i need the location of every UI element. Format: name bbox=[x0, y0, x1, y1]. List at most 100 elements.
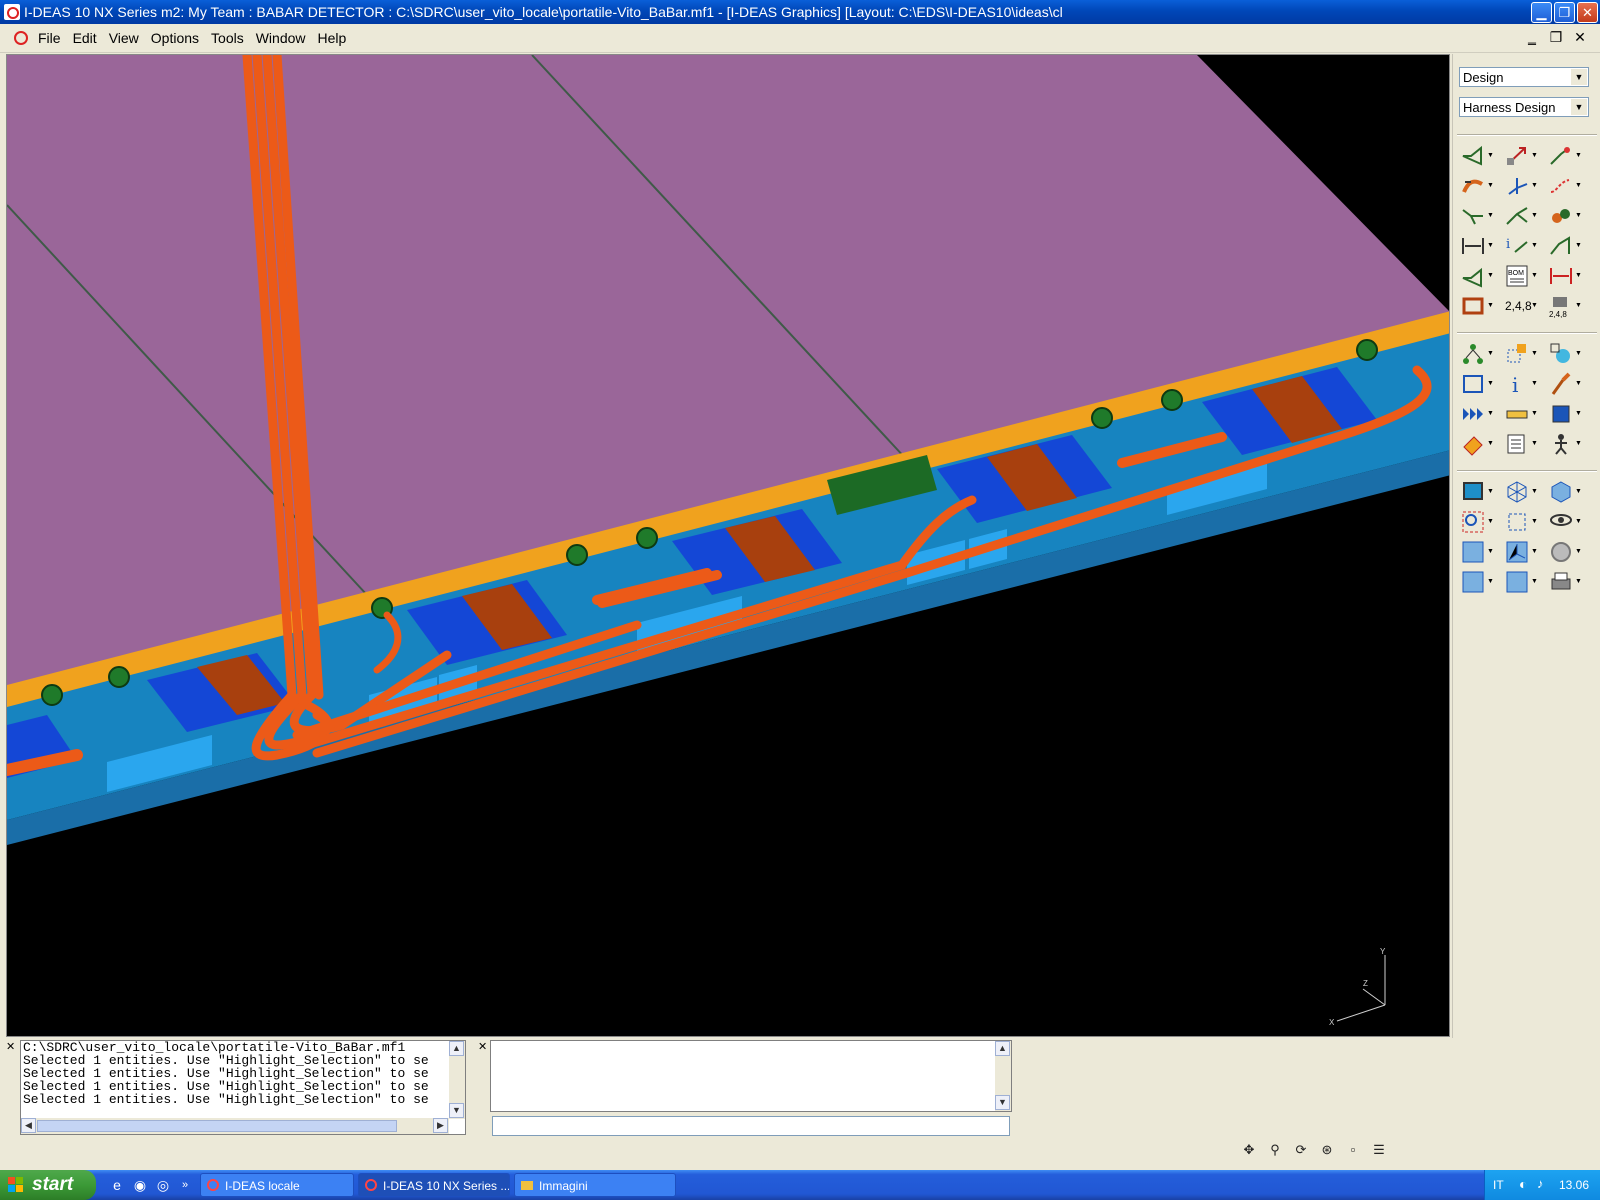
split-icon[interactable]: ▼ bbox=[1503, 202, 1539, 230]
wire-route-icon[interactable]: ▼ bbox=[1547, 172, 1583, 200]
list-window[interactable]: C:\SDRC\user_vito_locale\portatile-Vito_… bbox=[20, 1040, 466, 1135]
connector-icon[interactable]: ▼ bbox=[1459, 142, 1495, 170]
zoom-window-icon[interactable]: ▼ bbox=[1459, 508, 1495, 536]
wireframe-cube-icon[interactable]: ▼ bbox=[1503, 478, 1539, 506]
view-yx-icon[interactable]: ▼ bbox=[1459, 568, 1495, 596]
bundle-icon[interactable]: ▼ bbox=[1547, 202, 1583, 230]
info-route-icon[interactable]: i ▼ bbox=[1503, 232, 1539, 260]
menu-lines-icon[interactable]: ☰ bbox=[1366, 1141, 1392, 1159]
system-tray: IT ◐ ♪ 13.06 bbox=[1484, 1170, 1600, 1200]
command-input[interactable] bbox=[492, 1116, 1010, 1136]
title-bar[interactable]: I-DEAS 10 NX Series m2: My Team : BABAR … bbox=[0, 0, 1600, 24]
view-yz-icon[interactable]: ▼ bbox=[1503, 568, 1539, 596]
mdi-minimize-button[interactable]: ‗ bbox=[1522, 28, 1542, 46]
place-connector-icon[interactable]: ▼ bbox=[1547, 142, 1583, 170]
pan-icon[interactable]: ✥ bbox=[1236, 1141, 1262, 1159]
workplane-icon[interactable]: ▼ bbox=[1459, 370, 1495, 398]
circle-view-icon[interactable]: ▼ bbox=[1547, 538, 1583, 566]
length-icon[interactable]: ▼ bbox=[1547, 262, 1583, 290]
clip-icon[interactable]: ▼ bbox=[1547, 232, 1583, 260]
bom-label: BOM bbox=[1508, 270, 1524, 277]
language-indicator[interactable]: IT bbox=[1493, 1178, 1504, 1192]
scroll-up-icon[interactable]: ▲ bbox=[449, 1041, 464, 1056]
mdi-restore-button[interactable]: ❐ bbox=[1546, 28, 1566, 46]
clock[interactable]: 13.06 bbox=[1559, 1178, 1589, 1192]
view-zx-icon[interactable]: ▼ bbox=[1459, 538, 1495, 566]
axis-wire-icon[interactable]: ▼ bbox=[1503, 172, 1539, 200]
tray-volume-icon[interactable]: ♪ bbox=[1537, 1176, 1544, 1191]
scroll-thumb[interactable] bbox=[37, 1120, 397, 1132]
task-immagini[interactable]: Immagini bbox=[514, 1173, 676, 1197]
branch-icon[interactable]: ▼ bbox=[1459, 202, 1495, 230]
menu-edit[interactable]: Edit bbox=[67, 30, 103, 46]
scroll-down-icon[interactable]: ▼ bbox=[995, 1095, 1010, 1110]
print-icon[interactable]: ▼ bbox=[1547, 568, 1583, 596]
maximize-button[interactable]: ❐ bbox=[1554, 1, 1575, 23]
frame-icon[interactable]: ▼ bbox=[1459, 292, 1495, 320]
printer-248-label: 2,4,8 bbox=[1549, 310, 1567, 318]
chevron-right-icon[interactable]: » bbox=[176, 1176, 194, 1194]
hierarchy-icon[interactable]: ▼ bbox=[1459, 340, 1495, 368]
bottom-panes: ✕ C:\SDRC\user_vito_locale\portatile-Vit… bbox=[0, 1038, 1600, 1142]
printer-248-icon[interactable]: 2,4,8 ▼ bbox=[1547, 292, 1583, 320]
menu-tools[interactable]: Tools bbox=[205, 30, 250, 46]
menu-file[interactable]: File bbox=[32, 30, 67, 46]
application-select[interactable]: Design ▼ bbox=[1459, 67, 1589, 87]
sequence-248-label: 2,4,8 bbox=[1505, 299, 1532, 313]
storage-icon[interactable]: ▼ bbox=[1547, 400, 1583, 428]
app-quicklaunch-icon[interactable]: ◎ bbox=[154, 1176, 172, 1194]
cable-icon[interactable]: ▼ bbox=[1459, 172, 1495, 200]
minimize-button[interactable]: ▁ bbox=[1531, 1, 1552, 23]
start-button[interactable]: start bbox=[0, 1170, 96, 1200]
mdi-close-button[interactable]: ✕ bbox=[1570, 28, 1590, 46]
menu-window[interactable]: Window bbox=[250, 30, 312, 46]
group-select-icon[interactable]: ▼ bbox=[1503, 340, 1539, 368]
shaded-cube-icon[interactable]: ▼ bbox=[1547, 478, 1583, 506]
scroll-left-icon[interactable]: ◀ bbox=[21, 1118, 36, 1133]
view-controls: ✥ ⚲ ⟳ ⊛ ▫ ☰ bbox=[1236, 1141, 1392, 1159]
window-icon[interactable]: ▫ bbox=[1340, 1141, 1366, 1159]
list-close-icon[interactable]: ✕ bbox=[6, 1040, 15, 1053]
scroll-down-icon[interactable]: ▼ bbox=[449, 1103, 464, 1118]
menu-help[interactable]: Help bbox=[312, 30, 353, 46]
menu-options[interactable]: Options bbox=[145, 30, 205, 46]
tray-network-icon[interactable]: ◐ bbox=[1519, 1176, 1527, 1192]
close-button[interactable]: ✕ bbox=[1577, 1, 1598, 23]
bom-icon[interactable]: BOM ▼ bbox=[1503, 262, 1539, 290]
figure-icon[interactable]: ▼ bbox=[1547, 430, 1583, 458]
graphics-viewport[interactable]: Y X Z bbox=[6, 54, 1450, 1037]
eye-icon[interactable]: ▼ bbox=[1547, 508, 1583, 536]
document-icon[interactable] bbox=[14, 31, 28, 45]
ruler-icon[interactable]: ▼ bbox=[1503, 400, 1539, 428]
list-horizontal-scrollbar[interactable]: ◀ ▶ bbox=[21, 1118, 449, 1134]
scroll-up-icon[interactable]: ▲ bbox=[995, 1041, 1010, 1056]
shape-icon[interactable]: ▼ bbox=[1547, 340, 1583, 368]
prompt-close-icon[interactable]: ✕ bbox=[478, 1040, 487, 1053]
task-ideas-locale[interactable]: I-DEAS locale bbox=[200, 1173, 354, 1197]
eraser-icon[interactable]: ▼ bbox=[1459, 430, 1495, 458]
rotate-icon[interactable]: ⟳ bbox=[1288, 1141, 1314, 1159]
browser-icon[interactable]: e bbox=[108, 1176, 126, 1194]
dimension-icon[interactable]: ▼ bbox=[1459, 232, 1495, 260]
terminal-icon[interactable]: ▼ bbox=[1459, 262, 1495, 290]
zoom-area-icon[interactable]: ▼ bbox=[1503, 508, 1539, 536]
zoom-icon[interactable]: ⚲ bbox=[1262, 1141, 1288, 1159]
icon-panel: Design ▼ Harness Design ▼ ▼ ▼ ▼ ▼ ▼ ▼ ▼ … bbox=[1452, 54, 1600, 1140]
sequence-248-icon[interactable]: 2,4,8 ▼ bbox=[1503, 292, 1539, 320]
task-label: I-DEAS 10 NX Series ... bbox=[383, 1179, 510, 1193]
scroll-right-icon[interactable]: ▶ bbox=[433, 1118, 448, 1133]
info-icon[interactable]: i ▼ bbox=[1503, 370, 1539, 398]
paint-brush-icon[interactable]: ▼ bbox=[1547, 370, 1583, 398]
list-icon[interactable]: ▼ bbox=[1503, 430, 1539, 458]
route-connector-icon[interactable]: ▼ bbox=[1503, 142, 1539, 170]
prompt-vertical-scrollbar[interactable]: ▲ ▼ bbox=[995, 1041, 1011, 1111]
dynamic-view-icon[interactable]: ⊛ bbox=[1314, 1141, 1340, 1159]
menu-view[interactable]: View bbox=[103, 30, 145, 46]
task-ideas-series[interactable]: I-DEAS 10 NX Series ... bbox=[358, 1173, 510, 1197]
media-icon[interactable]: ◉ bbox=[131, 1176, 149, 1194]
task-select[interactable]: Harness Design ▼ bbox=[1459, 97, 1589, 117]
forward-icon[interactable]: ▼ bbox=[1459, 400, 1495, 428]
isometric-view-icon[interactable]: ▼ bbox=[1503, 538, 1539, 566]
display-icon[interactable]: ▼ bbox=[1459, 478, 1495, 506]
list-vertical-scrollbar[interactable]: ▲ ▼ bbox=[449, 1041, 465, 1119]
